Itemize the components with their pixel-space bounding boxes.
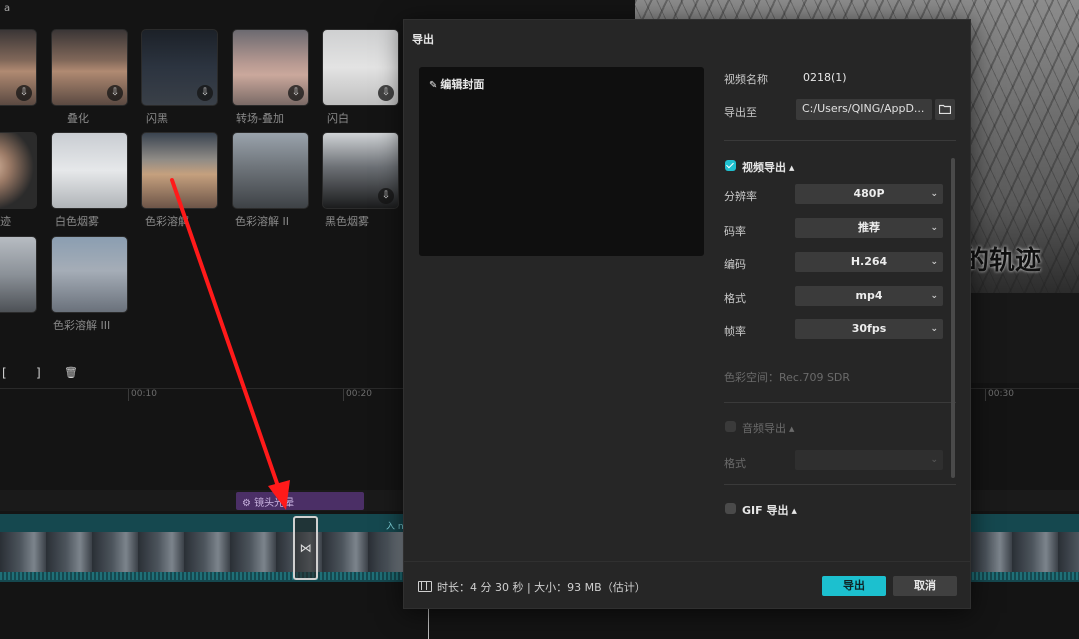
export-to-label: 导出至	[724, 106, 757, 119]
dialog-title: 导出	[412, 33, 434, 46]
audio-format-select[interactable]: ⌄	[795, 450, 943, 470]
track-label: 入 n	[386, 522, 404, 532]
effect-label: 叠化	[67, 112, 89, 125]
framerate-select[interactable]: 30fps ⌄	[795, 319, 943, 339]
gif-export-checkbox[interactable]	[725, 503, 736, 514]
effect-tile-color-dissolve-3[interactable]	[51, 236, 128, 313]
format-select[interactable]: mp4 ⌄	[795, 286, 943, 306]
bitrate-value: 推荐	[858, 221, 880, 234]
video-name-label: 视频名称	[724, 73, 768, 86]
export-path-field[interactable]: C:/Users/QING/AppD...	[796, 99, 932, 120]
effect-tile-color-dissolve-2[interactable]	[232, 132, 309, 209]
effect-label: 白色烟雾	[55, 215, 99, 228]
effect-tile[interactable]: ⇩	[0, 29, 37, 106]
effect-tile-overlay[interactable]: ⇩	[232, 29, 309, 106]
resolution-value: 480P	[853, 187, 885, 200]
divider	[724, 140, 956, 141]
gif-export-toggle[interactable]: GIF 导出 ▲	[742, 502, 797, 518]
settings-scrollbar[interactable]	[951, 158, 955, 478]
effect-label: 转场-叠加	[236, 112, 284, 125]
film-icon	[418, 581, 432, 592]
codec-select[interactable]: H.264 ⌄	[795, 252, 943, 272]
codec-value: H.264	[850, 255, 888, 268]
audio-export-checkbox[interactable]	[725, 421, 736, 432]
effect-label: 黑色烟雾	[325, 215, 369, 228]
divider	[404, 561, 970, 562]
transition-marker[interactable]: ⋈	[293, 516, 318, 580]
chevron-down-icon: ⌄	[930, 189, 938, 199]
resolution-select[interactable]: 480P ⌄	[795, 184, 943, 204]
effect-tile-dissolve[interactable]: ⇩	[51, 29, 128, 106]
effect-tile-flash-black[interactable]: ⇩	[141, 29, 218, 106]
framerate-value: 30fps	[851, 322, 887, 335]
caret-up-icon: ▲	[791, 507, 797, 515]
download-icon[interactable]: ⇩	[378, 188, 394, 204]
format-value: mp4	[855, 289, 883, 302]
chevron-down-icon: ⌄	[930, 223, 938, 233]
gif-export-title: GIF 导出	[742, 504, 789, 517]
panel-title-fragment: а	[4, 3, 11, 14]
effect-label: 色彩溶解	[145, 215, 189, 228]
audio-export-toggle[interactable]: 音频导出 ▲	[742, 420, 794, 436]
effect-label: 闪黑	[146, 112, 168, 125]
effect-label: 痕迹	[0, 215, 11, 228]
effect-label: 色彩溶解 II	[235, 215, 289, 228]
ruler-tick: 00:20	[346, 389, 372, 399]
duration-size-text: 时长：4 分 30 秒 | 大小：93 MB（估计）	[437, 581, 646, 594]
color-space-info: 色彩空间：Rec.709 SDR	[724, 371, 851, 384]
effect-clip-lens-flare[interactable]: ⚙ 镜头光晕	[236, 492, 364, 510]
export-button[interactable]: 导出	[822, 576, 886, 596]
video-export-title: 视频导出	[742, 161, 786, 174]
effect-label: 色彩溶解 III	[53, 319, 111, 332]
chevron-down-icon: ⌄	[930, 257, 938, 267]
effect-tile-white-smoke[interactable]	[51, 132, 128, 209]
effect-tile-color-dissolve[interactable]	[141, 132, 218, 209]
preview-caption: 的轨迹	[963, 246, 1042, 276]
split-right-icon[interactable]: ]	[36, 366, 41, 380]
edit-cover-label: 编辑封面	[440, 78, 485, 91]
download-icon[interactable]: ⇩	[16, 85, 32, 101]
divider	[724, 402, 956, 403]
divider	[724, 484, 956, 485]
effect-label: 闪白	[327, 112, 349, 125]
chevron-down-icon: ⌄	[930, 291, 938, 301]
framerate-label: 帧率	[724, 325, 746, 338]
codec-label: 编码	[724, 258, 746, 271]
chevron-down-icon: ⌄	[930, 455, 938, 465]
ruler-tick: 00:30	[988, 389, 1014, 399]
download-icon[interactable]: ⇩	[107, 85, 123, 101]
audio-format-label: 格式	[724, 457, 746, 470]
resolution-label: 分辨率	[724, 190, 757, 203]
chevron-down-icon: ⌄	[930, 324, 938, 334]
video-export-toggle[interactable]: 视频导出 ▲	[742, 159, 794, 175]
bitrate-label: 码率	[724, 225, 746, 238]
download-icon[interactable]: ⇩	[197, 85, 213, 101]
effect-tile-flash-white[interactable]: ⇩	[322, 29, 399, 106]
download-icon[interactable]: ⇩	[378, 85, 394, 101]
caret-up-icon: ▲	[789, 164, 795, 172]
editor-screen: а ⇩ ⇩ ⇩ ⇩ ⇩ 叠化 闪黑 转场-叠加 闪白 ⇩ 痕迹 白色烟雾 色彩溶…	[0, 0, 1079, 639]
video-export-checkbox[interactable]	[725, 160, 736, 171]
video-name-field[interactable]: 0218(1)	[803, 71, 847, 84]
format-label: 格式	[724, 292, 746, 305]
cancel-button[interactable]: 取消	[893, 576, 957, 596]
audio-export-title: 音频导出	[742, 422, 786, 435]
effect-tile[interactable]	[0, 236, 37, 313]
effect-tile-black-smoke[interactable]: ⇩	[322, 132, 399, 209]
split-left-icon[interactable]: [	[2, 366, 7, 380]
folder-icon	[939, 104, 951, 114]
edit-cover-button[interactable]: ✎ 编辑封面	[429, 76, 484, 92]
download-icon[interactable]: ⇩	[288, 85, 304, 101]
bitrate-select[interactable]: 推荐 ⌄	[795, 218, 943, 238]
delete-icon[interactable]: 🗑	[64, 366, 78, 379]
ruler-tick: 00:10	[131, 389, 157, 399]
export-dialog: 导出 ✎ 编辑封面 视频名称 0218(1) 导出至 C:/Users/QING/…	[403, 19, 971, 609]
export-summary: 时长：4 分 30 秒 | 大小：93 MB（估计）	[418, 579, 646, 595]
effect-tile-trace[interactable]	[0, 132, 37, 209]
caret-up-icon: ▲	[789, 425, 795, 433]
browse-folder-button[interactable]	[935, 99, 955, 120]
cover-preview: ✎ 编辑封面	[419, 67, 704, 256]
pencil-icon: ✎	[429, 80, 438, 91]
